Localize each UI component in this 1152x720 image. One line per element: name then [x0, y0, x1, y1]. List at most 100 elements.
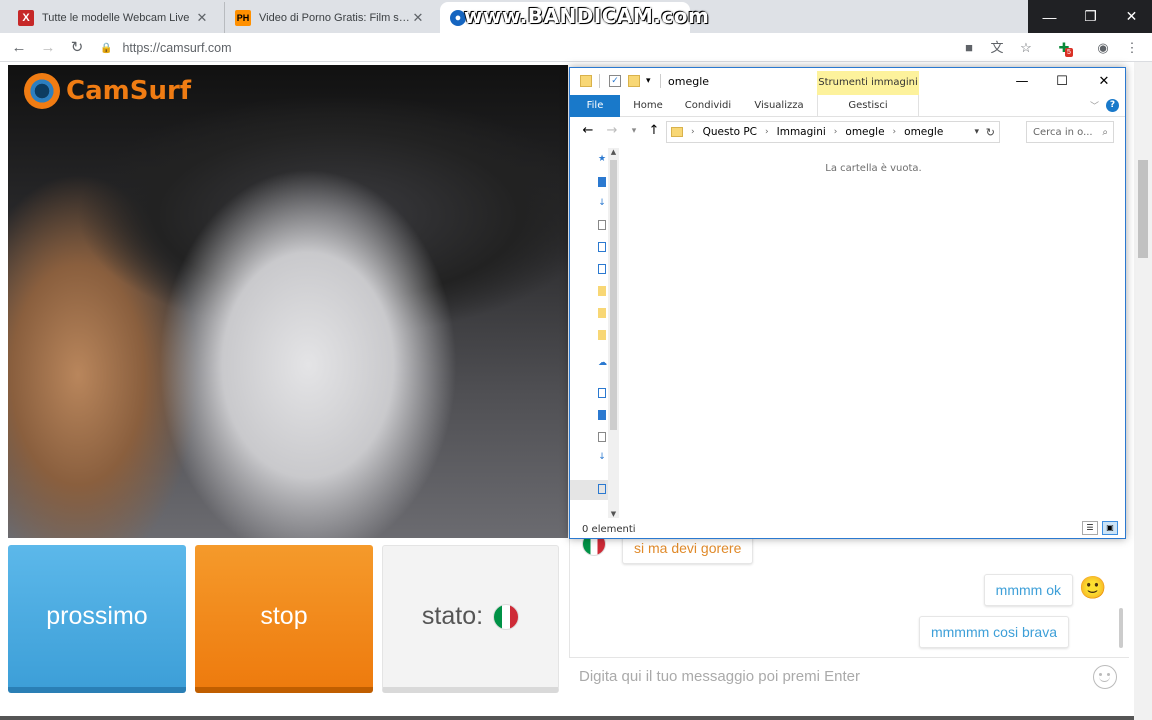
scroll-up-arrow-icon[interactable]: ▲	[608, 148, 619, 156]
page-scrollbar-thumb[interactable]	[1138, 160, 1148, 258]
ribbon-tab-gestisci[interactable]: Gestisci	[817, 95, 919, 117]
breadcrumb-questo-pc[interactable]: Questo PC	[703, 126, 757, 138]
italy-flag-icon	[493, 603, 520, 630]
empty-folder-message: La cartella è vuota.	[825, 163, 922, 174]
scroll-down-arrow-icon[interactable]: ▼	[608, 510, 619, 518]
refresh-icon[interactable]: ↻	[986, 126, 995, 139]
ribbon-tab-condividi[interactable]: Condividi	[680, 95, 736, 117]
explorer-title-bar[interactable]: ✓ ▾ omegle Strumenti immagini — ☐ ✕	[570, 68, 1125, 95]
breadcrumb-separator-icon: ›	[765, 127, 769, 137]
camera-icon[interactable]: ■	[961, 40, 977, 56]
explorer-address-bar[interactable]: › Questo PC › Immagini › omegle › omegle…	[666, 121, 1000, 143]
menu-kebab-icon[interactable]: ⋮	[1124, 40, 1140, 56]
reload-icon[interactable]: ↻	[67, 38, 87, 58]
address-dropdown-icon[interactable]: ▾	[974, 127, 979, 137]
separator	[660, 74, 661, 88]
tab-webcam-models[interactable]: X Tutte le modelle Webcam Live ✕	[8, 2, 220, 33]
folder-icon[interactable]	[598, 330, 606, 340]
breadcrumb-separator-icon: ›	[691, 127, 695, 137]
search-placeholder: Cerca in o...	[1033, 126, 1093, 138]
browser-toolbar: ← → ↻ 🔒 https://camsurf.com ■ 文 ☆ ✚ 5 ◉ …	[0, 33, 1152, 62]
bookmark-star-icon[interactable]: ☆	[1018, 40, 1034, 56]
stop-button[interactable]: stop	[195, 545, 373, 693]
tab-close-icon[interactable]: ✕	[194, 10, 210, 26]
page-scrollbar[interactable]	[1134, 62, 1152, 720]
breadcrumb-separator-icon: ›	[892, 127, 897, 137]
ribbon-expand-chevron-icon[interactable]: ﹀	[1090, 99, 1099, 112]
address-bar[interactable]: 🔒 https://camsurf.com	[100, 36, 940, 60]
contextual-tab-group: Strumenti immagini	[817, 71, 919, 95]
status-box: stato:	[382, 545, 559, 693]
explorer-back-icon[interactable]: ←	[580, 123, 596, 139]
pictures-icon[interactable]	[598, 484, 606, 494]
explorer-maximize-icon[interactable]: ☐	[1047, 72, 1077, 92]
recent-locations-icon[interactable]: ▾	[626, 123, 642, 139]
chat-scrollbar[interactable]	[1119, 608, 1123, 648]
downloads-icon[interactable]: ↓	[598, 452, 606, 462]
documents-icon[interactable]	[598, 220, 606, 230]
onedrive-cloud-icon[interactable]: ☁	[598, 358, 607, 368]
explorer-close-icon[interactable]: ✕	[1089, 72, 1119, 92]
pictures-icon[interactable]	[598, 242, 606, 252]
desktop-icon[interactable]	[598, 177, 606, 187]
folder-icon	[580, 75, 592, 87]
profile-avatar-icon[interactable]: ◉	[1095, 40, 1111, 56]
ribbon-tab-home[interactable]: Home	[628, 95, 668, 117]
stranger-video: CamSurf	[8, 65, 568, 538]
chat-input[interactable]	[569, 668, 1093, 685]
translate-icon[interactable]: 文	[989, 40, 1005, 56]
bottom-edge	[0, 716, 1134, 720]
quick-access-star-icon[interactable]: ★	[598, 154, 606, 164]
quick-access-dropdown-icon[interactable]: ▾	[646, 75, 658, 87]
this-pc-icon[interactable]	[598, 388, 606, 398]
extension-badge: 5	[1065, 48, 1073, 57]
explorer-minimize-icon[interactable]: —	[1007, 72, 1037, 92]
help-icon[interactable]: ?	[1106, 99, 1119, 112]
new-folder-icon[interactable]	[628, 75, 640, 87]
close-window-icon[interactable]: ✕	[1111, 0, 1152, 33]
tab-title: Tutte le modelle Webcam Live	[42, 11, 190, 24]
url-text: https://camsurf.com	[122, 41, 232, 55]
tab-porn-videos[interactable]: PH Video di Porno Gratis: Film sesso ✕	[224, 2, 436, 33]
pane-scrollbar-thumb[interactable]	[610, 160, 617, 430]
navigation-pane-scrollbar[interactable]: ▲ ▼	[608, 148, 619, 518]
camsurf-logo: CamSurf	[24, 73, 191, 109]
x-favicon-icon: X	[18, 9, 34, 26]
ribbon-tab-visualizza[interactable]: Visualizza	[750, 95, 808, 117]
downloads-icon[interactable]: ↓	[598, 198, 606, 208]
details-view-icon[interactable]: ☰	[1082, 521, 1098, 535]
tab-title: Video di Porno Gratis: Film sesso	[259, 11, 410, 24]
back-arrow-icon[interactable]: ←	[9, 38, 29, 58]
logo-text: CamSurf	[66, 76, 192, 106]
minimize-icon[interactable]: —	[1029, 0, 1070, 33]
folder-icon	[671, 127, 683, 137]
forward-arrow-icon[interactable]: →	[38, 38, 58, 58]
documents-icon[interactable]	[598, 432, 606, 442]
restore-icon[interactable]: ❐	[1070, 0, 1111, 33]
chat-message-me: mmmm ok	[983, 574, 1073, 606]
emoji-smile-icon[interactable]	[1093, 664, 1117, 689]
tab-close-icon[interactable]: ✕	[410, 10, 426, 26]
folder-icon[interactable]	[598, 286, 606, 296]
desktop-icon[interactable]	[598, 410, 606, 420]
next-button[interactable]: prossimo	[8, 545, 186, 693]
up-folder-icon[interactable]: ↑	[646, 123, 662, 139]
lock-icon: 🔒	[100, 42, 113, 54]
explorer-nav-bar: ← → ▾ ↑ › Questo PC › Immagini › omegle …	[570, 118, 1125, 146]
explorer-search-box[interactable]: Cerca in o... ⌕	[1026, 121, 1114, 143]
file-explorer-window[interactable]: ✓ ▾ omegle Strumenti immagini — ☐ ✕ File…	[569, 67, 1126, 539]
breadcrumb-immagini[interactable]: Immagini	[777, 126, 826, 138]
pictures-icon[interactable]	[598, 264, 606, 274]
explorer-window-title: omegle	[668, 75, 710, 88]
navigation-pane: ★ ↓ ☁ ↓ ▲ ▼	[570, 148, 620, 518]
properties-check-icon[interactable]: ✓	[609, 75, 621, 87]
ribbon-tab-file[interactable]: File	[570, 95, 620, 117]
breadcrumb-omegle-current[interactable]: omegle	[904, 126, 943, 138]
large-icons-view-icon[interactable]: ▣	[1102, 521, 1118, 535]
camsurf-logo-icon	[24, 73, 60, 109]
extension-icon[interactable]: ✚ 5	[1056, 40, 1073, 57]
breadcrumb-separator-icon: ›	[833, 127, 838, 137]
breadcrumb-omegle[interactable]: omegle	[845, 126, 884, 138]
explorer-forward-icon[interactable]: →	[604, 123, 620, 139]
folder-icon[interactable]	[598, 308, 606, 318]
